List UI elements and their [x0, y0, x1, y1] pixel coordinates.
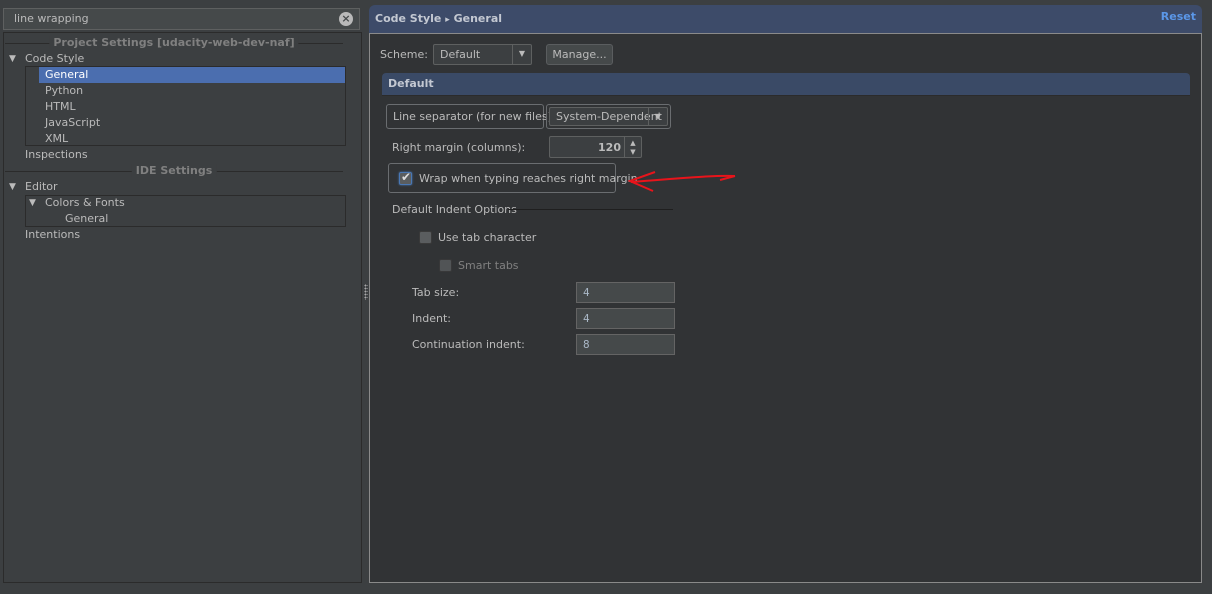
right-margin-spinner[interactable]: 120 ▲ ▼ [549, 136, 642, 158]
default-section-title: Default [388, 77, 434, 90]
expand-code-style-icon[interactable]: ▼ [9, 54, 16, 64]
clear-search-icon[interactable]: × [339, 12, 353, 26]
wrap-checkbox-frame: Wrap when typing reaches right margin [388, 163, 638, 193]
smart-tabs-checkbox[interactable] [439, 259, 452, 272]
settings-search-input[interactable]: line wrapping × [3, 8, 360, 30]
scheme-value: Default [440, 48, 481, 61]
tab-size-input[interactable]: 4 [576, 282, 675, 303]
scheme-label: Scheme: [380, 48, 428, 61]
ide-settings-heading: IDE Settings [131, 164, 217, 177]
line-separator-value: System-Dependent [556, 110, 662, 123]
project-settings-separator: Project Settings [udacity-web-dev-naf] [5, 35, 343, 51]
line-separator-dropdown[interactable]: System-Dependent ▼ [549, 107, 668, 126]
smart-tabs-label: Smart tabs [458, 259, 519, 272]
continuation-indent-input[interactable]: 8 [576, 334, 675, 355]
default-section-header: Default [382, 73, 1190, 96]
manage-button[interactable]: Manage... [546, 44, 613, 65]
tree-item-editor[interactable]: Editor [25, 179, 58, 195]
arrow-shaft [630, 174, 736, 183]
right-margin-value[interactable]: 120 [598, 141, 621, 154]
tree-item-javascript[interactable]: JavaScript [45, 115, 100, 131]
chevron-down-icon[interactable]: ▼ [648, 108, 667, 125]
chevron-down-icon[interactable]: ▼ [512, 45, 531, 64]
expand-editor-icon[interactable]: ▼ [9, 182, 16, 192]
panel-splitter-handle[interactable] [364, 284, 368, 300]
red-arrow-annotation [627, 171, 736, 192]
spinner-up-down-icon[interactable]: ▲ ▼ [624, 137, 641, 157]
tree-item-code-style[interactable]: Code Style [25, 51, 84, 67]
settings-tree: Project Settings [udacity-web-dev-naf] ▼… [3, 32, 362, 583]
tab-size-label: Tab size: [412, 286, 460, 299]
project-settings-heading: Project Settings [udacity-web-dev-naf] [49, 36, 299, 49]
line-separator-dropdown-frame: System-Dependent ▼ [546, 104, 671, 129]
breadcrumb: Code Style ▸ General [375, 12, 502, 25]
continuation-indent-label: Continuation indent: [412, 338, 525, 351]
tree-item-general[interactable]: General [39, 67, 345, 83]
indent-options-divider [508, 209, 673, 210]
breadcrumb-current: General [453, 12, 503, 25]
breadcrumb-parent: Code Style [375, 12, 442, 25]
indent-label: Indent: [412, 312, 451, 325]
tree-item-colors-general[interactable]: General [65, 211, 108, 227]
wrap-checkbox-label[interactable]: Wrap when typing reaches right margin [419, 172, 638, 185]
settings-content: Scheme: Default ▼ Manage... Default Line… [369, 33, 1202, 583]
indent-options-title: Default Indent Options [392, 203, 517, 216]
search-text[interactable]: line wrapping [14, 12, 89, 25]
tree-item-xml[interactable]: XML [45, 131, 68, 147]
expand-colors-fonts-icon[interactable]: ▼ [29, 198, 36, 208]
indent-input[interactable]: 4 [576, 308, 675, 329]
line-separator-label: Line separator (for new files): [393, 110, 556, 123]
ide-settings-separator: IDE Settings [5, 163, 343, 179]
tree-item-html[interactable]: HTML [45, 99, 76, 115]
settings-page-header: Code Style ▸ General Reset [369, 5, 1202, 33]
tree-item-inspections[interactable]: Inspections [25, 147, 88, 163]
tree-item-colors-fonts[interactable]: Colors & Fonts [45, 195, 125, 211]
scheme-dropdown[interactable]: Default ▼ [433, 44, 532, 65]
breadcrumb-arrow-icon: ▸ [445, 15, 450, 25]
use-tab-character-checkbox[interactable] [419, 231, 432, 244]
tree-item-intentions[interactable]: Intentions [25, 227, 80, 243]
reset-link[interactable]: Reset [1161, 10, 1196, 23]
right-margin-label: Right margin (columns): [392, 141, 526, 154]
tree-item-python[interactable]: Python [45, 83, 83, 99]
wrap-checkbox[interactable] [399, 170, 412, 185]
use-tab-character-label[interactable]: Use tab character [438, 231, 536, 244]
line-separator-label-box: Line separator (for new files): [386, 104, 556, 129]
